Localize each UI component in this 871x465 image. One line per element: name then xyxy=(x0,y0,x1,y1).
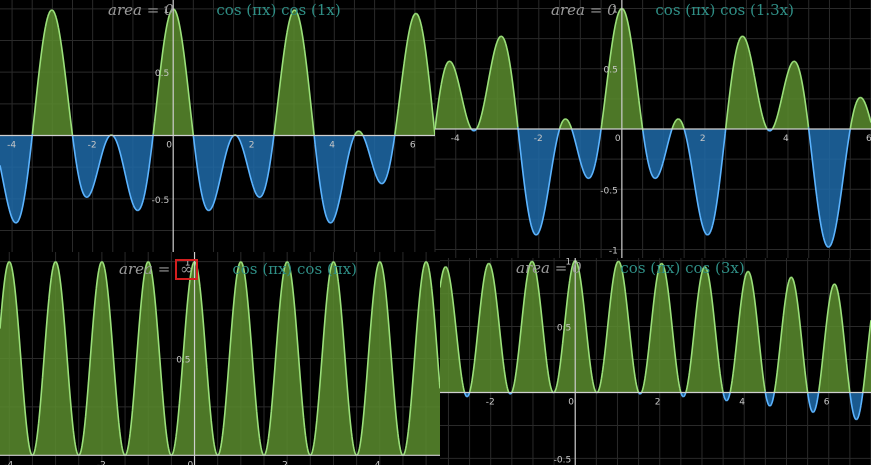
y-tick-label: -1 xyxy=(609,247,618,257)
y-tick-label: -0.5 xyxy=(600,186,618,196)
x-tick-label: 4 xyxy=(783,134,789,144)
area-label: area xyxy=(516,259,550,277)
x-tick-label: -2 xyxy=(534,134,543,144)
plot-bottom-right: -2 0 2 4 6 1 0.5 -0.5 area = 0 cos (πx) cos (3x… xyxy=(440,258,871,465)
x-tick-label: 6 xyxy=(824,397,830,407)
x-tick-label: -4 xyxy=(7,140,16,150)
x-tick-label: 2 xyxy=(282,460,288,465)
plot-header: area = 0 cos (πx) cos (3x) xyxy=(516,259,745,277)
plot-header: area = 0 cos (πx) cos (1.3x) xyxy=(551,1,794,19)
plot-svg: -4 -2 0 2 4 610.5-0.5 xyxy=(0,0,435,252)
plot-top-right: -4 -2 0 2 4 6 1 0.5 -0.5 -1 area = 0 cos (πx) cos… xyxy=(435,0,871,258)
x-tick-label: -2 xyxy=(88,140,97,150)
x-tick-label: -4 xyxy=(4,460,13,465)
plot-svg: -2 0 2 4 610.5-0.5 xyxy=(440,258,871,465)
x-tick-label: 2 xyxy=(655,397,661,407)
area-value-highlight: ∞ xyxy=(175,259,198,280)
area-equals: = xyxy=(589,1,608,19)
x-tick-label: 0 xyxy=(166,140,172,150)
negative-area xyxy=(435,129,871,248)
x-tick-label: 0 xyxy=(188,460,194,465)
function-expression: cos (πx) cos (1x) xyxy=(216,1,341,19)
plot-svg: -4 -2 0 2 4 610.5-0.5-1 xyxy=(435,0,871,258)
x-tick-label: 4 xyxy=(329,140,335,150)
function-expression: cos (πx) cos (3x) xyxy=(620,259,745,277)
x-tick-label: 6 xyxy=(866,134,871,144)
x-tick-label: -2 xyxy=(486,397,495,407)
plot-header: area = ∞ cos (πx) cos (πx) xyxy=(119,259,357,280)
area-label: area xyxy=(119,260,153,278)
x-tick-label: 2 xyxy=(249,140,255,150)
area-equals: = xyxy=(554,259,573,277)
area-equals: = xyxy=(146,1,165,19)
area-value: 0 xyxy=(572,259,582,277)
x-tick-label: 0 xyxy=(615,134,621,144)
x-tick-label: -2 xyxy=(97,460,106,465)
function-expression: cos (πx) cos (1.3x) xyxy=(655,1,794,19)
x-tick-label: 4 xyxy=(739,397,745,407)
x-tick-label: 2 xyxy=(700,134,706,144)
plot-bottom-left: -4-202410.5 area = ∞ cos (πx) cos (πx) xyxy=(0,252,440,465)
area-value: 0 xyxy=(607,1,617,19)
area-equals: = xyxy=(157,260,176,278)
plot-svg: -4-202410.5 xyxy=(0,252,440,465)
x-tick-label: 0 xyxy=(568,397,574,407)
area-label: area xyxy=(108,1,142,19)
area-label: area xyxy=(551,1,585,19)
negative-area xyxy=(0,135,435,223)
y-tick-label: 0.5 xyxy=(155,69,169,79)
y-tick-label: 0.5 xyxy=(604,66,618,76)
x-tick-label: 4 xyxy=(375,460,381,465)
x-tick-label: 6 xyxy=(410,140,416,150)
plot-header: area = 0 cos (πx) cos (1x) xyxy=(108,1,341,19)
y-tick-label: 0.5 xyxy=(557,324,571,334)
negative-curve xyxy=(463,390,864,421)
y-tick-label: -0.5 xyxy=(152,196,170,206)
x-tick-label: -4 xyxy=(451,134,460,144)
function-expression: cos (πx) cos (πx) xyxy=(232,260,357,278)
area-value: 0 xyxy=(164,1,174,19)
plot-top-left: -4 -2 0 2 4 6 1 0.5 -0.5 area = 0 cos (πx) cos (… xyxy=(0,0,435,252)
y-tick-label: 0.5 xyxy=(176,356,190,366)
y-tick-label: -0.5 xyxy=(554,455,572,465)
